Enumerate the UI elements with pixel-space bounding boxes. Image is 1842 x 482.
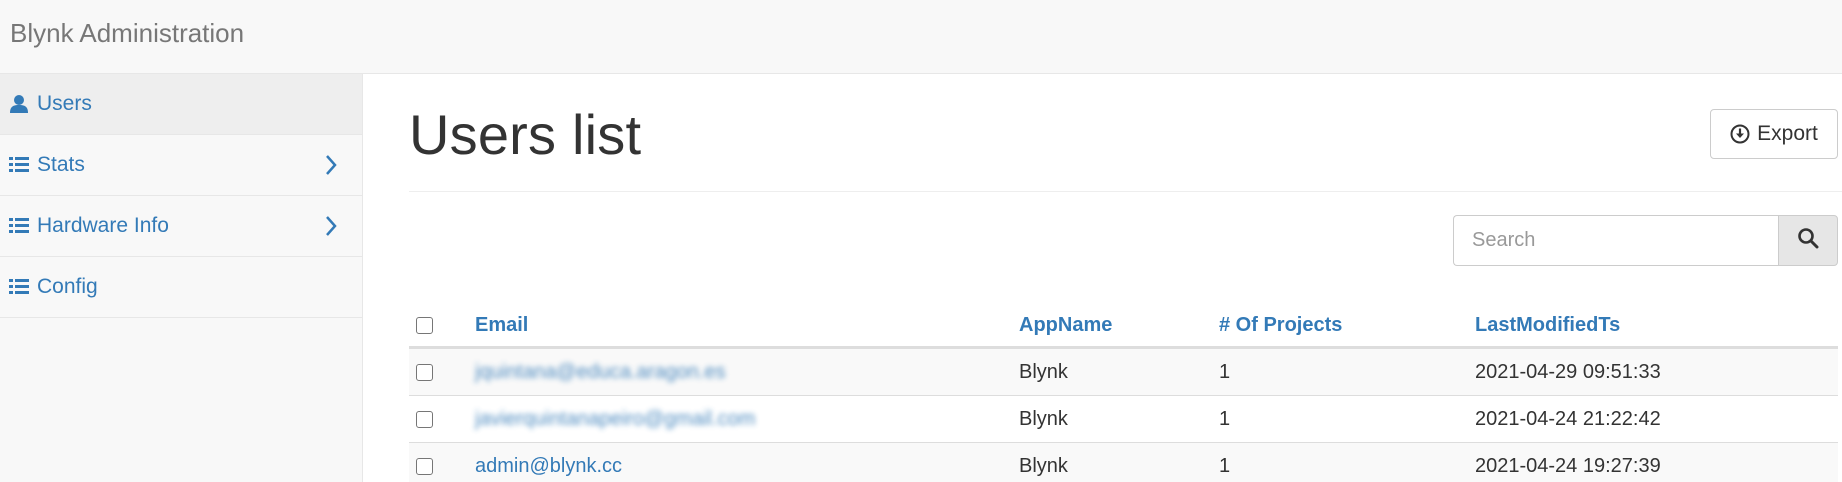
brand-title[interactable]: Blynk Administration [10,18,244,49]
select-all-cell [416,296,433,346]
projects-cell: 1 [1219,407,1231,430]
sidebar-item-stats[interactable]: Stats [0,135,362,196]
row-check-cell [416,443,433,482]
chevron-right-icon [324,214,338,238]
sidebar: Users Stats Hardware Info Config [0,74,363,482]
email-cell: admin@blynk.cc [475,443,622,482]
column-header-appname[interactable]: AppName [1019,296,1112,346]
search-button[interactable] [1778,215,1838,266]
email-link-redacted[interactable]: jquintana@educa.aragon.es [475,361,726,384]
appname-cell: Blynk [1019,407,1068,430]
column-header-projects[interactable]: # Of Projects [1219,296,1342,346]
download-icon [1730,124,1750,144]
main-content: Users list Export Email AppName # Of Pro… [409,74,1842,482]
appname-cell: Blynk [1019,360,1068,383]
lastmodified-cell: 2021-04-24 21:22:42 [1475,407,1661,430]
search-group [1453,215,1838,266]
email-cell: jquintana@educa.aragon.es [475,349,726,395]
table-row: javierquintanapeiro@gmail.com Blynk 1 20… [409,395,1838,442]
projects-cell: 1 [1219,360,1231,383]
export-label: Export [1757,122,1818,145]
search-icon [1797,227,1819,254]
projects-cell: 1 [1219,454,1231,477]
column-header-email[interactable]: Email [475,296,528,346]
sidebar-item-users[interactable]: Users [0,74,362,135]
sidebar-item-label: Hardware Info [37,214,169,237]
table-row: admin@blynk.cc Blynk 1 2021-04-24 19:27:… [409,442,1838,482]
row-checkbox[interactable] [416,457,433,475]
lastmodified-cell: 2021-04-29 09:51:33 [1475,360,1661,383]
chevron-right-icon [324,153,338,177]
page-title: Users list [409,103,642,166]
table-header: Email AppName # Of Projects LastModified… [409,296,1838,348]
sidebar-item-label: Users [37,92,92,115]
list-icon [9,215,33,237]
users-table: Email AppName # Of Projects LastModified… [409,296,1838,482]
row-checkbox[interactable] [416,410,433,428]
top-navbar: Blynk Administration [0,0,1842,74]
row-checkbox[interactable] [416,363,433,381]
sidebar-item-label: Config [37,275,98,298]
email-link[interactable]: admin@blynk.cc [475,455,622,478]
select-all-checkbox[interactable] [416,316,433,334]
sidebar-item-label: Stats [37,153,85,176]
column-header-lastmodified[interactable]: LastModifiedTs [1475,296,1620,346]
sidebar-item-config[interactable]: Config [0,257,362,318]
row-check-cell [416,349,433,395]
user-icon [9,93,33,115]
sidebar-item-hardware-info[interactable]: Hardware Info [0,196,362,257]
list-icon [9,154,33,176]
email-link-redacted[interactable]: javierquintanapeiro@gmail.com [475,408,755,431]
header-divider [409,191,1842,192]
list-icon [9,276,33,298]
email-cell: javierquintanapeiro@gmail.com [475,396,755,442]
table-row: jquintana@educa.aragon.es Blynk 1 2021-0… [409,348,1838,395]
lastmodified-cell: 2021-04-24 19:27:39 [1475,454,1661,477]
search-input[interactable] [1453,215,1778,266]
row-check-cell [416,396,433,442]
appname-cell: Blynk [1019,454,1068,477]
export-button[interactable]: Export [1710,109,1838,159]
